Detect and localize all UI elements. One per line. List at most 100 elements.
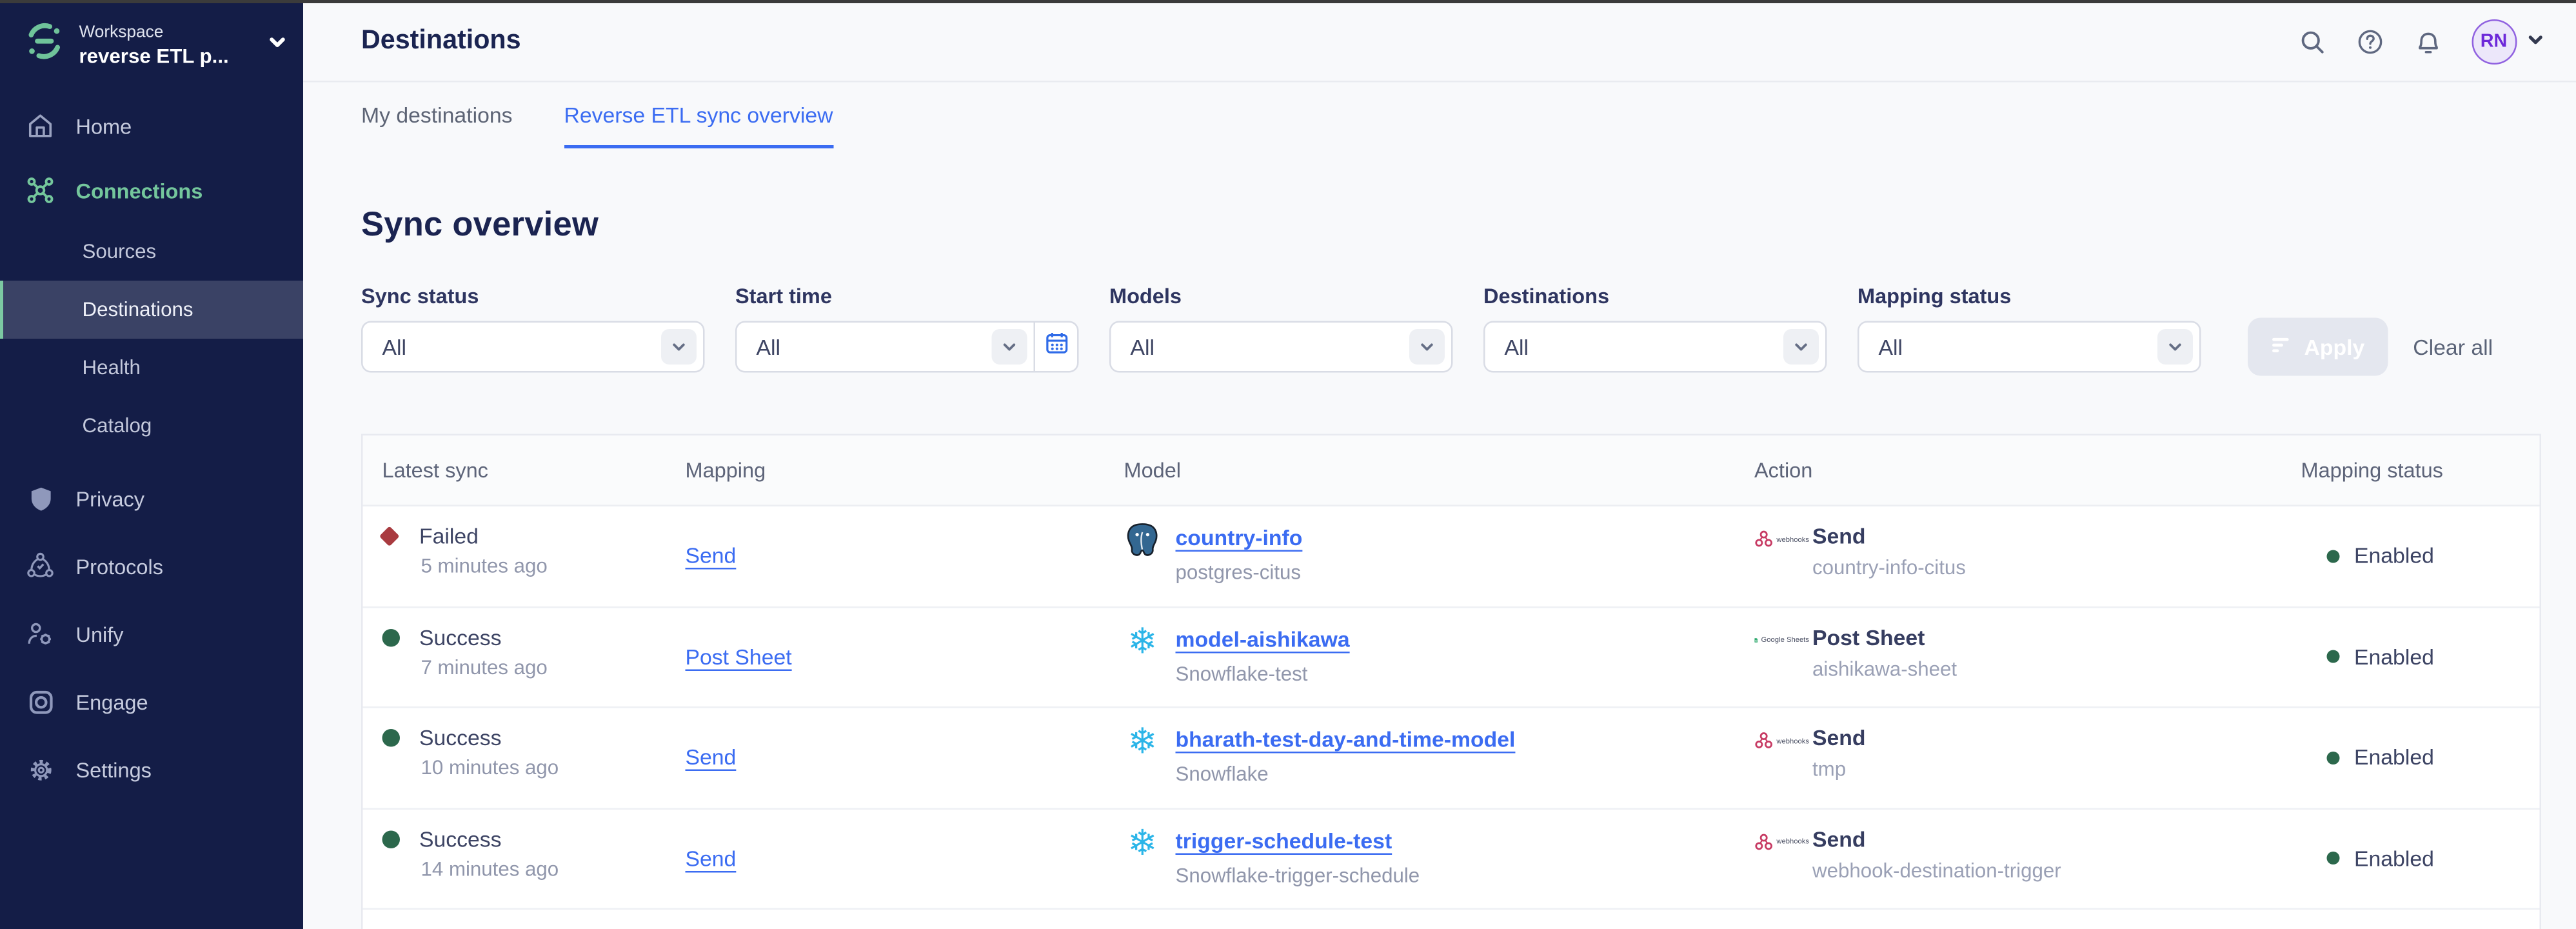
sidebar-item-unify[interactable]: Unify xyxy=(0,600,303,668)
sidebar-item-privacy[interactable]: Privacy xyxy=(0,464,303,532)
mapping-link[interactable]: Send xyxy=(686,544,737,568)
page-title: Sync overview xyxy=(361,206,2541,245)
chevron-down-icon xyxy=(1783,329,1819,365)
notifications-bell-icon[interactable] xyxy=(2413,27,2442,56)
workspace-label: Workspace xyxy=(79,21,253,43)
mapping-status-value: Enabled xyxy=(2354,644,2434,669)
mapping-link[interactable]: Send xyxy=(686,746,737,770)
workspace-switcher[interactable]: Workspace reverse ETL p... xyxy=(0,3,303,87)
avatar[interactable]: RN xyxy=(2471,19,2516,65)
table-row: Success 7 minutes ago Post Sheet ❄ model… xyxy=(363,607,2540,708)
home-icon xyxy=(26,112,55,141)
sidebar-item-protocols[interactable]: Protocols xyxy=(0,532,303,600)
mapping-status-value: Enabled xyxy=(2354,746,2434,770)
action-destination: aishikawa-sheet xyxy=(1812,657,2301,680)
gear-icon xyxy=(26,755,55,784)
chevron-down-icon xyxy=(1409,329,1445,365)
top-header: Destinations xyxy=(303,3,2576,82)
sidebar-item-label: Connections xyxy=(76,178,203,203)
help-icon[interactable] xyxy=(2355,27,2384,56)
postgresql-icon xyxy=(1124,523,1162,560)
models-select[interactable]: All xyxy=(1109,321,1453,373)
page-header-title: Destinations xyxy=(361,26,521,57)
model-link[interactable]: bharath-test-day-and-time-model xyxy=(1176,728,1516,752)
webhooks-logo-icon: webhooks xyxy=(1754,529,1809,548)
tab-reverse-etl-sync-overview[interactable]: Reverse ETL sync overview xyxy=(564,82,833,148)
shield-icon xyxy=(26,484,55,513)
user-menu[interactable]: RN xyxy=(2471,19,2544,65)
model-link[interactable]: model-aishikawa xyxy=(1176,626,1350,651)
sync-time: 7 minutes ago xyxy=(421,655,686,678)
table-header-row: Latest sync Mapping Model Action Mapping… xyxy=(363,435,2540,506)
col-model: Model xyxy=(1124,435,1755,505)
filter-label-sync-status: Sync status xyxy=(361,284,705,308)
sidebar-item-catalog[interactable]: Catalog xyxy=(0,397,303,455)
sync-status-select[interactable]: All xyxy=(361,321,705,373)
snowflake-icon: ❄ xyxy=(1124,623,1162,661)
chevron-down-icon xyxy=(992,329,1027,365)
sidebar-item-engage[interactable]: Engage xyxy=(0,668,303,735)
sync-time: 5 minutes ago xyxy=(421,555,686,577)
mapping-status-select[interactable]: All xyxy=(1858,321,2201,373)
apply-button[interactable]: Apply xyxy=(2248,318,2387,376)
chevron-down-icon xyxy=(2526,27,2544,56)
sidebar-item-settings[interactable]: Settings xyxy=(0,735,303,803)
sidebar-nav: Home Connections Sources xyxy=(0,87,303,803)
mapping-link[interactable]: Send xyxy=(686,846,737,871)
filters-bar: Sync status All Start time xyxy=(361,284,2541,373)
search-icon[interactable] xyxy=(2297,27,2326,56)
start-time-select[interactable]: All xyxy=(735,321,1035,373)
clear-all-link[interactable]: Clear all xyxy=(2413,335,2493,360)
sync-time: 10 minutes ago xyxy=(421,757,686,779)
sidebar-item-label: Home xyxy=(76,114,132,138)
tab-bar: My destinations Reverse ETL sync overvie… xyxy=(303,82,2576,148)
filter-label-destinations: Destinations xyxy=(1483,284,1827,308)
tab-my-destinations[interactable]: My destinations xyxy=(361,82,512,148)
success-status-icon xyxy=(382,628,404,646)
person-gear-icon xyxy=(26,619,55,648)
enabled-dot xyxy=(2327,650,2340,663)
snowflake-icon: ❄ xyxy=(1124,825,1162,863)
table-row: Success 14 minutes ago Send ❄ trigger-sc… xyxy=(363,809,2540,910)
protocols-icon xyxy=(26,552,55,581)
sidebar-item-home[interactable]: Home xyxy=(0,94,303,158)
model-source: Snowflake xyxy=(1176,763,1516,786)
table-row: Success 10 minutes ago Send ❄ bharath-te… xyxy=(363,708,2540,809)
model-link[interactable]: trigger-schedule-test xyxy=(1176,828,1392,853)
google-sheets-logo-icon: Google Sheets xyxy=(1754,630,1809,649)
sidebar: Workspace reverse ETL p... Home xyxy=(0,3,303,929)
workspace-name: reverse ETL p... xyxy=(79,43,253,70)
action-destination: webhook-destination-trigger xyxy=(1812,859,2301,881)
action-name: Post Sheet xyxy=(1812,625,2301,650)
engage-icon xyxy=(26,687,55,716)
connections-icon xyxy=(26,176,55,205)
filter-label-mapping-status: Mapping status xyxy=(1858,284,2201,308)
model-link[interactable]: country-info xyxy=(1176,526,1303,550)
filter-icon xyxy=(2270,333,2293,361)
chevron-down-icon xyxy=(2157,329,2193,365)
webhooks-logo-icon: webhooks xyxy=(1754,731,1809,750)
sidebar-item-health[interactable]: Health xyxy=(0,339,303,397)
table-row: Failed 5 minutes ago Send xyxy=(363,506,2540,607)
sidebar-item-destinations[interactable]: Destinations xyxy=(0,281,303,339)
col-mapping-status: Mapping status xyxy=(2301,435,2543,505)
chevron-down-icon xyxy=(661,329,697,365)
sidebar-item-sources[interactable]: Sources xyxy=(0,223,303,281)
model-source: Snowflake-test xyxy=(1176,662,1350,684)
app-root: Workspace reverse ETL p... Home xyxy=(0,0,2576,929)
filter-label-start-time: Start time xyxy=(735,284,1079,308)
sidebar-item-connections[interactable]: Connections xyxy=(0,158,303,223)
action-destination: tmp xyxy=(1812,758,2301,781)
action-name: Send xyxy=(1812,524,2301,549)
table-next-row-clipped xyxy=(363,910,2540,929)
calendar-button[interactable] xyxy=(1035,321,1079,373)
calendar-icon xyxy=(1042,329,1070,365)
filter-label-models: Models xyxy=(1109,284,1453,308)
enabled-dot xyxy=(2327,550,2340,563)
mapping-link[interactable]: Post Sheet xyxy=(686,644,792,669)
col-mapping: Mapping xyxy=(686,435,1124,505)
col-latest-sync: Latest sync xyxy=(363,435,686,505)
enabled-dot xyxy=(2327,751,2340,764)
snowflake-icon: ❄ xyxy=(1124,724,1162,762)
destinations-select[interactable]: All xyxy=(1483,321,1827,373)
